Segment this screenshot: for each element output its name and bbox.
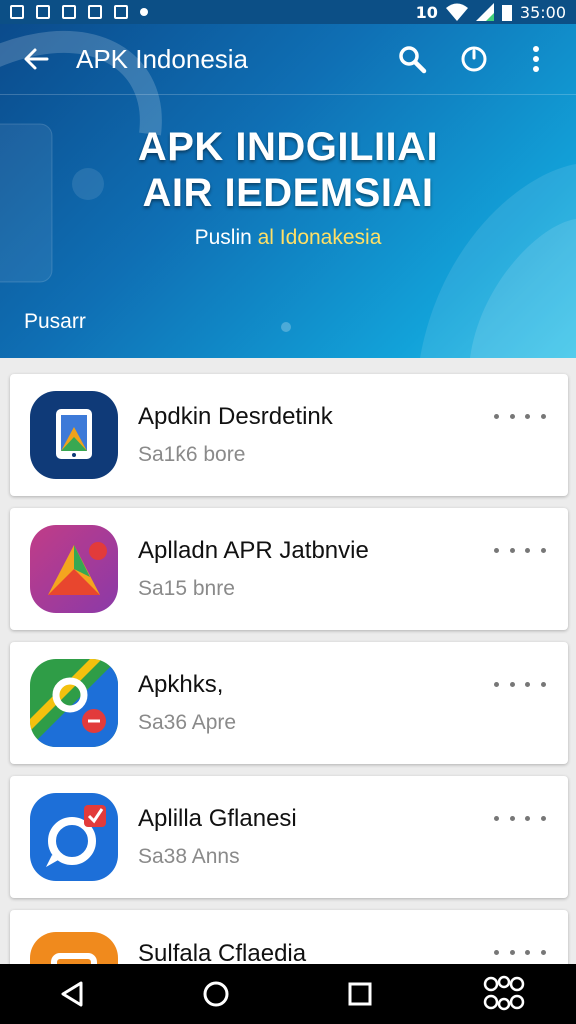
status-right: 10 35:00 bbox=[416, 3, 566, 22]
search-icon bbox=[399, 46, 427, 74]
dot-icon bbox=[494, 681, 499, 687]
more-vert-icon bbox=[533, 46, 539, 72]
toolbar-title: APK Indonesia bbox=[76, 43, 249, 74]
dot-icon bbox=[509, 681, 515, 687]
more-options-button[interactable] bbox=[494, 538, 546, 562]
nav-back-button[interactable] bbox=[42, 964, 102, 1024]
app-text: Sulfala Cflaedia bbox=[138, 932, 306, 968]
app-name: Apkhks, bbox=[138, 671, 224, 698]
signal-icon bbox=[475, 3, 494, 21]
tablet-app-icon bbox=[30, 391, 118, 479]
more-options-button[interactable] bbox=[494, 404, 546, 428]
shield-icon bbox=[36, 5, 50, 19]
app-size: Sa36 Apre bbox=[138, 711, 237, 734]
dot-icon bbox=[509, 815, 515, 821]
status-left-icons bbox=[10, 5, 148, 19]
app-text: Aplladn APR Jatbnvie Sa15 bnre bbox=[138, 537, 369, 601]
nav-back-icon bbox=[61, 981, 83, 1007]
list-item[interactable]: Aplilla Gflanesi Sa38 Anns bbox=[10, 776, 568, 898]
status-bar: 10 35:00 bbox=[0, 0, 576, 24]
nav-home-button[interactable] bbox=[186, 964, 246, 1024]
hero-title-line1: APK INDGILIIAI bbox=[137, 125, 439, 169]
nav-recents-button[interactable] bbox=[330, 964, 390, 1024]
notification-icon bbox=[10, 5, 24, 19]
hero-title: APK INDGILIIAI AIR IEDEMSIAI bbox=[0, 124, 576, 216]
hero-subtitle-prefix: Puslin bbox=[194, 226, 258, 249]
dot-icon bbox=[540, 413, 546, 419]
app-text: Apdkin Desrdetink Sa1ƙ6 bore bbox=[138, 403, 333, 467]
search-button[interactable] bbox=[388, 35, 436, 83]
more-options-button[interactable] bbox=[494, 672, 546, 696]
arrow-left-icon bbox=[24, 48, 49, 70]
dot-icon bbox=[540, 815, 546, 821]
dot-icon bbox=[509, 547, 515, 553]
hero-subtitle: Puslin al Idonakesia bbox=[0, 226, 576, 250]
nav-accessibility-icon bbox=[483, 975, 525, 1011]
dot-icon bbox=[494, 949, 499, 955]
status-time: 35:00 bbox=[519, 2, 566, 22]
nav-recents-icon bbox=[348, 982, 372, 1006]
system-nav-bar bbox=[0, 964, 576, 1024]
list-item[interactable]: Sulfala Cflaedia bbox=[10, 910, 568, 970]
list-item[interactable]: Apdkin Desrdetink Sa1ƙ6 bore bbox=[10, 374, 568, 496]
overflow-menu-button[interactable] bbox=[512, 35, 560, 83]
header-banner: APK Indonesia APK INDGILIIAI AIR IEDEMSI… bbox=[0, 24, 576, 358]
app-name: Apdkin Desrdetink bbox=[138, 403, 333, 430]
list-item[interactable]: Aplladn APR Jatbnvie Sa15 bnre bbox=[10, 508, 568, 630]
toolbar: APK Indonesia bbox=[0, 24, 576, 94]
app-list: Apdkin Desrdetink Sa1ƙ6 bore Aplladn APR… bbox=[10, 374, 568, 982]
app-icon bbox=[114, 5, 128, 19]
nav-extra-button[interactable] bbox=[474, 964, 534, 1024]
app-size: Sa38 Anns bbox=[138, 845, 240, 868]
more-options-button[interactable] bbox=[494, 806, 546, 830]
dot-icon bbox=[494, 413, 499, 419]
maps-pin-app-icon bbox=[30, 659, 118, 747]
dot-icon bbox=[525, 681, 531, 687]
chat-bubble-app-icon bbox=[30, 793, 118, 881]
app-name: Aplladn APR Jatbnvie bbox=[138, 537, 369, 564]
wifi-icon bbox=[445, 3, 468, 21]
power-icon bbox=[461, 46, 487, 72]
toolbar-divider bbox=[0, 94, 576, 95]
status-number: 10 bbox=[415, 2, 438, 22]
dot-icon bbox=[494, 815, 499, 821]
app-size: Sa15 bnre bbox=[138, 577, 235, 600]
hero-subtitle-accent: al Idonakesia bbox=[257, 226, 382, 249]
power-button[interactable] bbox=[450, 35, 498, 83]
nav-home-icon bbox=[203, 981, 229, 1007]
battery-icon bbox=[501, 5, 512, 21]
dot-icon bbox=[540, 949, 546, 955]
back-button[interactable] bbox=[16, 39, 56, 79]
dot-icon bbox=[525, 413, 531, 419]
more-options-button[interactable] bbox=[494, 940, 546, 964]
app-name: Aplilla Gflanesi bbox=[138, 805, 297, 832]
app-size: Sa1ƙ6 bore bbox=[138, 443, 246, 466]
dot-icon bbox=[525, 815, 531, 821]
app-icon bbox=[88, 5, 102, 19]
dropdown-icon bbox=[140, 8, 148, 16]
app-text: Apkhks, Sa36 Apre bbox=[138, 671, 236, 735]
dot-icon bbox=[509, 949, 515, 955]
dot-icon bbox=[525, 949, 531, 955]
dot-icon bbox=[525, 547, 531, 553]
dot-icon bbox=[540, 547, 546, 553]
dot-icon bbox=[494, 547, 499, 553]
hero-title-line2: AIR IEDEMSIAI bbox=[142, 171, 434, 215]
hero-section-label: Pusarr bbox=[24, 310, 86, 333]
dot-icon bbox=[540, 681, 546, 687]
app-icon bbox=[62, 5, 76, 19]
play-triangle-app-icon bbox=[30, 525, 118, 613]
dot-icon bbox=[509, 413, 515, 419]
app-text: Aplilla Gflanesi Sa38 Anns bbox=[138, 805, 297, 869]
list-item[interactable]: Apkhks, Sa36 Apre bbox=[10, 642, 568, 764]
